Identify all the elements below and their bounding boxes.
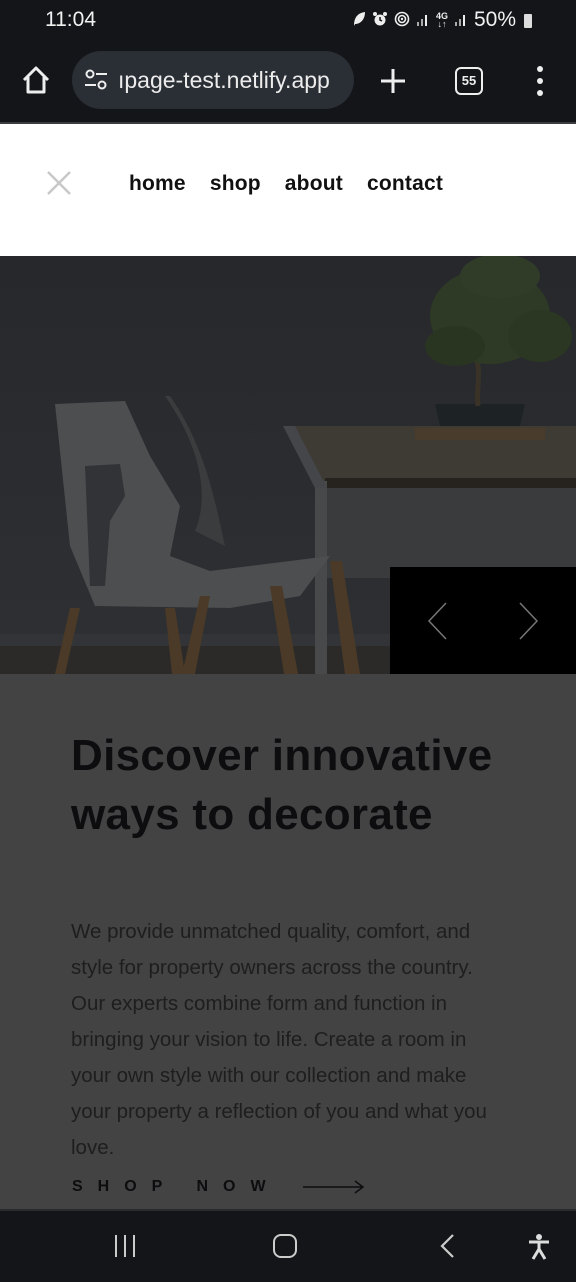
site-nav: home shop about contact	[129, 172, 443, 196]
chevron-right-icon	[519, 602, 539, 640]
nav-shop[interactable]: shop	[210, 172, 261, 196]
battery-percent: 50%	[473, 8, 516, 31]
back-button[interactable]	[438, 1233, 458, 1264]
nav-home[interactable]: home	[129, 172, 186, 196]
signal-icon	[416, 12, 430, 29]
status-time: 11:04	[45, 8, 96, 31]
status-icons: 4G ↓↑ 50%	[352, 8, 532, 32]
hero-headline: Discover innovative ways to decorate	[71, 731, 493, 839]
hero-description: We provide unmatched quality, comfort, a…	[71, 920, 487, 1159]
chevron-left-icon	[427, 602, 447, 640]
home-button[interactable]	[20, 64, 52, 96]
browser-toolbar: ıpage-test.netlify.app 55	[0, 44, 576, 122]
hotspot-icon	[394, 11, 410, 30]
menu-dot	[537, 90, 543, 96]
home-circle-icon	[273, 1234, 297, 1258]
slider-controls	[390, 567, 576, 674]
prev-slide-button[interactable]	[426, 601, 450, 641]
system-nav-bar	[0, 1209, 576, 1282]
site-settings-icon	[85, 69, 107, 90]
recents-icon	[115, 1235, 135, 1257]
menu-dot	[537, 66, 543, 72]
close-icon	[47, 171, 71, 195]
plus-icon	[381, 69, 405, 93]
menu-dot	[537, 78, 543, 84]
signal-icon	[454, 12, 468, 29]
accessibility-icon	[529, 1234, 549, 1260]
alarm-icon	[372, 11, 388, 30]
shop-now-label: SHOP NOW	[72, 1178, 281, 1195]
hero-content: Discover innovative ways to decorate We …	[0, 674, 576, 1209]
tab-switcher-button[interactable]: 55	[455, 67, 483, 95]
next-slide-button[interactable]	[516, 601, 540, 641]
shop-now-link[interactable]: SHOP NOW	[72, 1178, 365, 1196]
url-text[interactable]: ıpage-test.netlify.app	[118, 67, 348, 94]
4g-icon: 4G ↓↑	[435, 11, 448, 29]
close-menu-button[interactable]	[46, 170, 72, 196]
back-icon	[440, 1234, 454, 1258]
home-nav-button[interactable]	[272, 1233, 298, 1264]
address-bar[interactable]: ıpage-test.netlify.app	[72, 51, 354, 109]
leaf-icon	[352, 11, 366, 30]
battery-icon	[524, 14, 532, 28]
arrow-right-icon	[302, 1180, 364, 1194]
status-bar: 11:04 4G ↓↑ 50%	[0, 0, 576, 44]
recents-button[interactable]	[112, 1233, 138, 1264]
accessibility-button[interactable]	[526, 1233, 552, 1266]
home-icon	[22, 66, 50, 94]
nav-about[interactable]: about	[285, 172, 343, 196]
browser-menu-button[interactable]	[532, 66, 548, 96]
network-label: 4G	[435, 11, 448, 21]
new-tab-button[interactable]	[378, 66, 408, 96]
nav-contact[interactable]: contact	[367, 172, 443, 196]
